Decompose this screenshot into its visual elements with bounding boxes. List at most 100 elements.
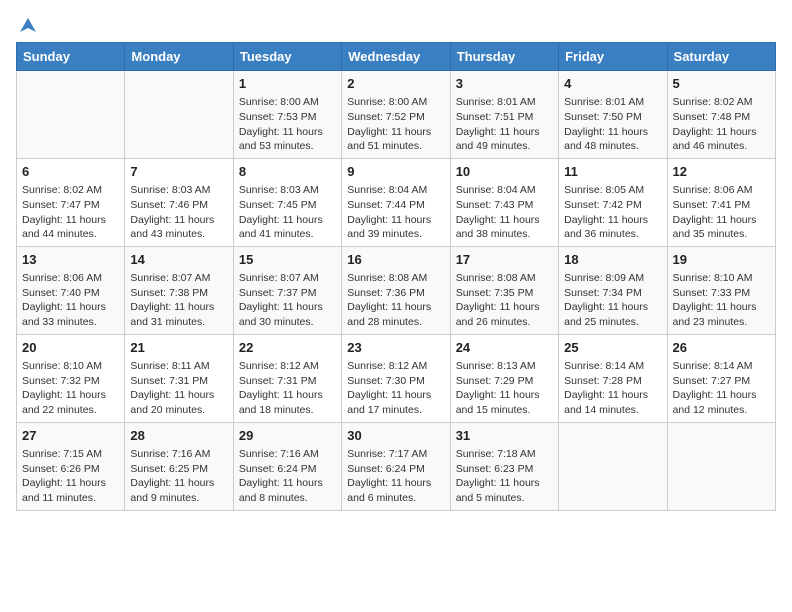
cell-detail: Sunset: 7:43 PM (456, 198, 553, 213)
cell-detail: Sunset: 7:29 PM (456, 374, 553, 389)
cell-detail: Daylight: 11 hours and 14 minutes. (564, 388, 661, 417)
calendar-cell (667, 422, 775, 510)
calendar-cell: 20Sunrise: 8:10 AMSunset: 7:32 PMDayligh… (17, 334, 125, 422)
cell-detail: Sunrise: 8:05 AM (564, 183, 661, 198)
logo (16, 16, 40, 32)
day-number: 15 (239, 251, 336, 269)
cell-detail: Sunrise: 8:02 AM (673, 95, 770, 110)
cell-detail: Sunset: 7:30 PM (347, 374, 444, 389)
day-number: 29 (239, 427, 336, 445)
cell-detail: Sunset: 7:51 PM (456, 110, 553, 125)
day-number: 13 (22, 251, 119, 269)
day-number: 5 (673, 75, 770, 93)
cell-detail: Sunrise: 8:10 AM (673, 271, 770, 286)
day-header-monday: Monday (125, 43, 233, 71)
cell-detail: Sunset: 7:32 PM (22, 374, 119, 389)
day-number: 22 (239, 339, 336, 357)
day-number: 6 (22, 163, 119, 181)
calendar-body: 1Sunrise: 8:00 AMSunset: 7:53 PMDaylight… (17, 71, 776, 511)
day-number: 30 (347, 427, 444, 445)
day-number: 14 (130, 251, 227, 269)
cell-detail: Sunrise: 8:08 AM (456, 271, 553, 286)
cell-detail: Daylight: 11 hours and 33 minutes. (22, 300, 119, 329)
cell-detail: Sunset: 7:44 PM (347, 198, 444, 213)
cell-detail: Daylight: 11 hours and 41 minutes. (239, 213, 336, 242)
cell-detail: Daylight: 11 hours and 53 minutes. (239, 125, 336, 154)
calendar-cell: 17 Sunrise: 8:08 AMSunset: 7:35 PMDayligh… (450, 246, 558, 334)
calendar-cell (559, 422, 667, 510)
calendar-cell (17, 71, 125, 159)
header (16, 16, 776, 32)
cell-detail: Sunrise: 8:01 AM (456, 95, 553, 110)
cell-detail: Sunset: 7:47 PM (22, 198, 119, 213)
day-number: 10 (456, 163, 553, 181)
cell-detail: Sunrise: 8:14 AM (564, 359, 661, 374)
calendar-week-1: 1Sunrise: 8:00 AMSunset: 7:53 PMDaylight… (17, 71, 776, 159)
cell-detail: Daylight: 11 hours and 30 minutes. (239, 300, 336, 329)
day-number: 17 (456, 251, 553, 269)
day-number: 24 (456, 339, 553, 357)
cell-detail: Daylight: 11 hours and 15 minutes. (456, 388, 553, 417)
cell-detail: Sunrise: 7:17 AM (347, 447, 444, 462)
cell-detail: Daylight: 11 hours and 23 minutes. (673, 300, 770, 329)
cell-detail: Daylight: 11 hours and 38 minutes. (456, 213, 553, 242)
calendar-week-4: 20Sunrise: 8:10 AMSunset: 7:32 PMDayligh… (17, 334, 776, 422)
cell-detail: Sunrise: 8:12 AM (239, 359, 336, 374)
calendar-cell: 2Sunrise: 8:00 AMSunset: 7:52 PMDaylight… (342, 71, 450, 159)
cell-detail: Daylight: 11 hours and 18 minutes. (239, 388, 336, 417)
day-number: 9 (347, 163, 444, 181)
cell-detail: Daylight: 11 hours and 31 minutes. (130, 300, 227, 329)
cell-detail: Sunrise: 8:07 AM (239, 271, 336, 286)
cell-detail: Sunset: 6:25 PM (130, 462, 227, 477)
cell-detail: Daylight: 11 hours and 49 minutes. (456, 125, 553, 154)
calendar-cell: 25Sunrise: 8:14 AMSunset: 7:28 PMDayligh… (559, 334, 667, 422)
cell-detail: Daylight: 11 hours and 26 minutes. (456, 300, 553, 329)
day-header-sunday: Sunday (17, 43, 125, 71)
calendar-cell (125, 71, 233, 159)
cell-detail: Daylight: 11 hours and 43 minutes. (130, 213, 227, 242)
day-header-saturday: Saturday (667, 43, 775, 71)
cell-detail: Sunset: 7:46 PM (130, 198, 227, 213)
cell-detail: Daylight: 11 hours and 51 minutes. (347, 125, 444, 154)
cell-detail: Daylight: 11 hours and 48 minutes. (564, 125, 661, 154)
calendar-cell: 5Sunrise: 8:02 AMSunset: 7:48 PMDaylight… (667, 71, 775, 159)
day-header-tuesday: Tuesday (233, 43, 341, 71)
calendar-cell: 18Sunrise: 8:09 AMSunset: 7:34 PMDayligh… (559, 246, 667, 334)
cell-detail: Daylight: 11 hours and 46 minutes. (673, 125, 770, 154)
cell-detail: Daylight: 11 hours and 5 minutes. (456, 476, 553, 505)
cell-detail: Sunrise: 8:14 AM (673, 359, 770, 374)
cell-detail: Sunrise: 8:04 AM (347, 183, 444, 198)
day-number: 18 (564, 251, 661, 269)
calendar-cell: 27Sunrise: 7:15 AMSunset: 6:26 PMDayligh… (17, 422, 125, 510)
cell-detail: Sunrise: 8:06 AM (22, 271, 119, 286)
calendar-cell: 1Sunrise: 8:00 AMSunset: 7:53 PMDaylight… (233, 71, 341, 159)
calendar-header-row: SundayMondayTuesdayWednesdayThursdayFrid… (17, 43, 776, 71)
day-number: 11 (564, 163, 661, 181)
day-header-friday: Friday (559, 43, 667, 71)
cell-detail: Sunset: 7:36 PM (347, 286, 444, 301)
cell-detail: Sunrise: 7:18 AM (456, 447, 553, 462)
cell-detail: Daylight: 11 hours and 6 minutes. (347, 476, 444, 505)
cell-detail: Daylight: 11 hours and 28 minutes. (347, 300, 444, 329)
calendar-cell: 28Sunrise: 7:16 AMSunset: 6:25 PMDayligh… (125, 422, 233, 510)
day-number: 7 (130, 163, 227, 181)
day-number: 26 (673, 339, 770, 357)
cell-detail: Sunrise: 8:11 AM (130, 359, 227, 374)
calendar-cell: 16Sunrise: 8:08 AMSunset: 7:36 PMDayligh… (342, 246, 450, 334)
day-header-thursday: Thursday (450, 43, 558, 71)
day-number: 12 (673, 163, 770, 181)
cell-detail: Sunset: 6:23 PM (456, 462, 553, 477)
cell-detail: Sunrise: 8:09 AM (564, 271, 661, 286)
calendar-week-3: 13Sunrise: 8:06 AMSunset: 7:40 PMDayligh… (17, 246, 776, 334)
cell-detail: Sunrise: 8:03 AM (130, 183, 227, 198)
cell-detail: Sunset: 7:35 PM (456, 286, 553, 301)
cell-detail: Sunrise: 8:08 AM (347, 271, 444, 286)
cell-detail: Sunrise: 8:12 AM (347, 359, 444, 374)
cell-detail: Sunset: 7:52 PM (347, 110, 444, 125)
calendar-cell: 11Sunrise: 8:05 AMSunset: 7:42 PMDayligh… (559, 158, 667, 246)
cell-detail: Sunrise: 8:10 AM (22, 359, 119, 374)
calendar-cell: 6Sunrise: 8:02 AMSunset: 7:47 PMDaylight… (17, 158, 125, 246)
day-number: 19 (673, 251, 770, 269)
cell-detail: Daylight: 11 hours and 22 minutes. (22, 388, 119, 417)
cell-detail: Sunrise: 8:04 AM (456, 183, 553, 198)
